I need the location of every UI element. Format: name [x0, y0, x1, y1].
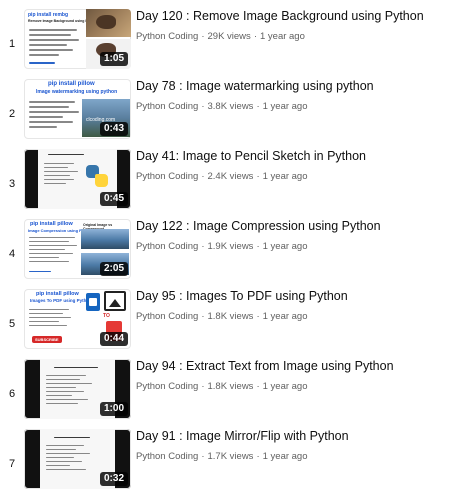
thumbnail-heading: pip install pillow [48, 81, 95, 87]
video-item[interactable]: 6 1:00 Day 94 : Extract Text from Image … [0, 359, 474, 429]
thumbnail-heading: pip install rembg [28, 12, 69, 18]
python-logo-icon [86, 165, 108, 187]
video-duration: 1:05 [99, 52, 128, 66]
view-count: 1.8K views [207, 311, 254, 322]
thumbnail-subheading: Image watermarking using python [36, 89, 118, 95]
channel-name[interactable]: Python Coding [136, 311, 198, 322]
video-title[interactable]: Day 78 : Image watermarking using python [136, 79, 374, 93]
video-index: 1 [8, 38, 16, 50]
thumbnail-heading: pip install pillow [30, 221, 73, 227]
view-count: 1.7K views [207, 451, 254, 462]
video-title[interactable]: Day 122 : Image Compression using Python [136, 219, 381, 233]
video-index: 3 [8, 178, 16, 190]
video-list: 1 pip install rembg Remove Image Backgro… [0, 0, 474, 498]
video-title[interactable]: Day 91 : Image Mirror/Flip with Python [136, 429, 349, 443]
video-item[interactable]: 2 pip install pillow Image watermarking … [0, 79, 474, 149]
video-index: 4 [8, 248, 16, 260]
channel-name[interactable]: Python Coding [136, 101, 198, 112]
thumbnail-subheading: Images To PDF using Python [30, 298, 92, 303]
video-duration: 1:00 [99, 402, 128, 416]
channel-name[interactable]: Python Coding [136, 171, 198, 182]
view-count: 1.8K views [207, 381, 254, 392]
to-label: TO [103, 313, 110, 319]
video-thumbnail[interactable]: pip install pillow Image watermarking us… [24, 79, 131, 139]
video-duration: 2:05 [99, 262, 128, 276]
video-item[interactable]: 5 pip install pillow Images To PDF using… [0, 289, 474, 359]
image-file-icon [86, 293, 100, 311]
video-thumbnail[interactable]: pip install pillow Images To PDF using P… [24, 289, 131, 349]
upload-age: 1 year ago [259, 31, 305, 42]
video-title[interactable]: Day 95 : Images To PDF using Python [136, 289, 348, 303]
video-meta: Python Coding · 2.4K views · 1 year ago [136, 171, 308, 182]
channel-name[interactable]: Python Coding [136, 451, 198, 462]
video-index: 7 [8, 458, 16, 470]
video-index: 6 [8, 388, 16, 400]
video-index: 2 [8, 108, 16, 120]
video-thumbnail[interactable]: pip install rembg Remove Image Backgroun… [24, 9, 131, 69]
upload-age: 1 year ago [262, 311, 308, 322]
channel-name[interactable]: Python Coding [136, 241, 198, 252]
upload-age: 1 year ago [262, 241, 308, 252]
video-meta: Python Coding · 1.8K views · 1 year ago [136, 311, 308, 322]
video-meta: Python Coding · 1.8K views · 1 year ago [136, 381, 308, 392]
view-count: 1.9K views [207, 241, 254, 252]
video-duration: 0:44 [99, 332, 128, 346]
video-item[interactable]: 1 pip install rembg Remove Image Backgro… [0, 9, 474, 79]
upload-age: 1 year ago [262, 451, 308, 462]
video-duration: 0:43 [99, 122, 128, 136]
video-thumbnail[interactable]: pip install pillow Image Compression usi… [24, 219, 131, 279]
video-thumbnail[interactable]: 0:32 [24, 429, 131, 489]
video-duration: 0:32 [99, 472, 128, 486]
video-item[interactable]: 3 0:45 Day 41: Image to Pencil Sketch in… [0, 149, 474, 219]
upload-age: 1 year ago [262, 381, 308, 392]
image-icon [104, 291, 126, 311]
video-meta: Python Coding · 1.9K views · 1 year ago [136, 241, 308, 252]
video-index: 5 [8, 318, 16, 330]
channel-name[interactable]: Python Coding [136, 31, 198, 42]
view-count: 29K views [207, 31, 251, 42]
video-meta: Python Coding · 1.7K views · 1 year ago [136, 451, 308, 462]
video-meta: Python Coding · 3.8K views · 1 year ago [136, 101, 308, 112]
thumbnail-heading: pip install pillow [36, 291, 79, 297]
video-duration: 0:45 [99, 192, 128, 206]
video-item[interactable]: 4 pip install pillow Image Compression u… [0, 219, 474, 289]
video-title[interactable]: Day 94 : Extract Text from Image using P… [136, 359, 394, 373]
video-title[interactable]: Day 120 : Remove Image Background using … [136, 9, 424, 23]
original-photo [81, 229, 129, 249]
upload-age: 1 year ago [262, 101, 308, 112]
view-count: 3.8K views [207, 101, 254, 112]
channel-name[interactable]: Python Coding [136, 381, 198, 392]
subscribe-badge: SUBSCRIBE [32, 336, 62, 343]
video-thumbnail[interactable]: 1:00 [24, 359, 131, 419]
video-title[interactable]: Day 41: Image to Pencil Sketch in Python [136, 149, 366, 163]
video-item[interactable]: 7 0:32 Day 91 : Image Mirror/Flip with P… [0, 429, 474, 499]
view-count: 2.4K views [207, 171, 254, 182]
video-thumbnail[interactable]: 0:45 [24, 149, 131, 209]
upload-age: 1 year ago [262, 171, 308, 182]
video-meta: Python Coding · 29K views · 1 year ago [136, 31, 305, 42]
